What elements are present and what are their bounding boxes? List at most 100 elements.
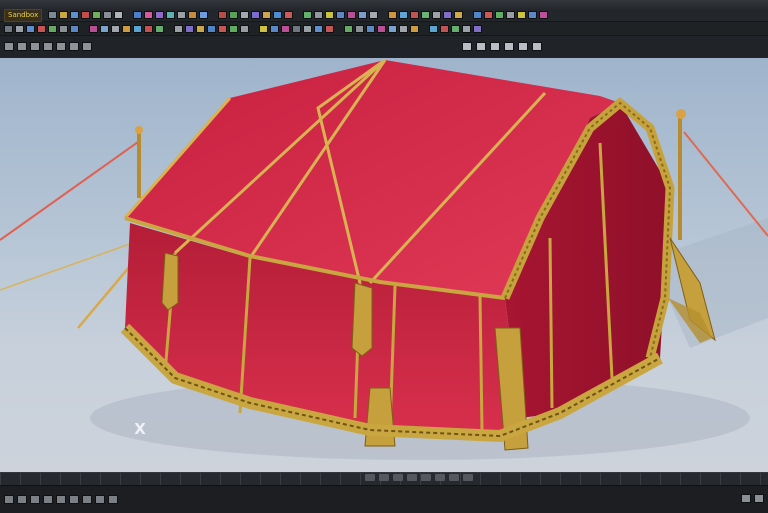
menu-tool-button-30[interactable]	[399, 11, 409, 19]
tool-button-28[interactable]	[325, 24, 334, 33]
3d-viewport[interactable]: X	[0, 58, 768, 472]
mesh-icon[interactable]	[490, 42, 500, 51]
timeline-marker[interactable]	[365, 474, 375, 481]
cube-icon[interactable]	[4, 42, 14, 51]
tool-button-30[interactable]	[355, 24, 364, 33]
menu-tool-button-28[interactable]	[369, 11, 379, 19]
view-icon[interactable]	[741, 494, 751, 503]
menu-tool-button-5[interactable]	[92, 11, 102, 19]
play-icon[interactable]	[30, 494, 40, 504]
menu-tool-button-32[interactable]	[421, 11, 431, 19]
timeline-marker[interactable]	[393, 474, 403, 481]
tool-button-1[interactable]	[4, 24, 13, 33]
menu-tool-button-34[interactable]	[443, 11, 453, 19]
camera-icon[interactable]	[17, 42, 27, 51]
menu-tool-button-21[interactable]	[284, 11, 294, 19]
menu-tool-button-29[interactable]	[388, 11, 398, 19]
menu-tool-button-11[interactable]	[166, 11, 176, 19]
menu-tool-button-7[interactable]	[114, 11, 124, 19]
menu-tool-button-1[interactable]	[48, 11, 58, 19]
tool-button-7[interactable]	[70, 24, 79, 33]
timeline-ruler[interactable]	[0, 473, 768, 486]
menu-tool-button-17[interactable]	[240, 11, 250, 19]
tool-button-37[interactable]	[440, 24, 449, 33]
tool-button-6[interactable]	[59, 24, 68, 33]
timeline-marker[interactable]	[463, 474, 473, 481]
tool-button-4[interactable]	[37, 24, 46, 33]
tool-button-17[interactable]	[196, 24, 205, 33]
menu-tool-button-14[interactable]	[199, 11, 209, 19]
tool-button-32[interactable]	[377, 24, 386, 33]
menu-tool-button-16[interactable]	[229, 11, 239, 19]
menu-tool-button-36[interactable]	[473, 11, 483, 19]
tool-button-27[interactable]	[314, 24, 323, 33]
tool-button-29[interactable]	[344, 24, 353, 33]
menu-tool-button-15[interactable]	[218, 11, 228, 19]
record-icon[interactable]	[82, 494, 92, 504]
link-icon[interactable]	[56, 42, 66, 51]
tool-button-23[interactable]	[270, 24, 279, 33]
tool-button-18[interactable]	[207, 24, 216, 33]
menu-tool-button-18[interactable]	[251, 11, 261, 19]
menu-tool-button-38[interactable]	[495, 11, 505, 19]
menu-tool-button-6[interactable]	[103, 11, 113, 19]
tool-button-8[interactable]	[89, 24, 98, 33]
key-icon[interactable]	[30, 42, 40, 51]
menu-tool-button-33[interactable]	[432, 11, 442, 19]
settings-icon[interactable]	[532, 42, 542, 51]
menu-tool-button-35[interactable]	[454, 11, 464, 19]
tool-button-11[interactable]	[122, 24, 131, 33]
timeline-marker[interactable]	[421, 474, 431, 481]
timeline-marker[interactable]	[379, 474, 389, 481]
menu-tool-button-13[interactable]	[188, 11, 198, 19]
tool-button-9[interactable]	[100, 24, 109, 33]
tool-button-39[interactable]	[462, 24, 471, 33]
timeline-marker[interactable]	[449, 474, 459, 481]
tool-button-25[interactable]	[292, 24, 301, 33]
menu-tool-button-22[interactable]	[303, 11, 313, 19]
render-icon[interactable]	[518, 42, 528, 51]
tool-button-40[interactable]	[473, 24, 482, 33]
next-frame-icon[interactable]	[43, 494, 53, 504]
timeline-marker[interactable]	[407, 474, 417, 481]
tool-button-3[interactable]	[26, 24, 35, 33]
loop-icon[interactable]	[56, 494, 66, 504]
tool-button-14[interactable]	[155, 24, 164, 33]
timeline-marker[interactable]	[435, 474, 445, 481]
menu-tool-button-8[interactable]	[133, 11, 143, 19]
menu-tool-button-27[interactable]	[358, 11, 368, 19]
tool-button-19[interactable]	[218, 24, 227, 33]
settings-icon[interactable]	[95, 494, 105, 504]
tool-button-21[interactable]	[240, 24, 249, 33]
menu-tool-button-41[interactable]	[528, 11, 538, 19]
expand-icon[interactable]	[754, 494, 764, 503]
menu-tool-button-12[interactable]	[177, 11, 187, 19]
menu-tool-button-25[interactable]	[336, 11, 346, 19]
tool-button-10[interactable]	[111, 24, 120, 33]
tool-button-22[interactable]	[259, 24, 268, 33]
grid-icon[interactable]	[476, 42, 486, 51]
tool-button-35[interactable]	[410, 24, 419, 33]
menu-tool-button-40[interactable]	[517, 11, 527, 19]
tool-button-15[interactable]	[174, 24, 183, 33]
menu-tool-button-20[interactable]	[273, 11, 283, 19]
menu-tool-button-2[interactable]	[59, 11, 69, 19]
menu-tool-button-10[interactable]	[155, 11, 165, 19]
workspace-menu[interactable]: Sandbox	[4, 8, 43, 22]
tool-button-12[interactable]	[133, 24, 142, 33]
menu-tool-button-26[interactable]	[347, 11, 357, 19]
tool-button-26[interactable]	[303, 24, 312, 33]
menu-tool-button-39[interactable]	[506, 11, 516, 19]
tool-button-33[interactable]	[388, 24, 397, 33]
menu-tool-button-9[interactable]	[144, 11, 154, 19]
home-icon[interactable]	[4, 494, 14, 504]
chevron-right-icon[interactable]	[108, 494, 118, 504]
tool-button-5[interactable]	[48, 24, 57, 33]
menu-tool-button-42[interactable]	[539, 11, 549, 19]
key-icon[interactable]	[69, 494, 79, 504]
tool-button-38[interactable]	[451, 24, 460, 33]
menu-tool-button-19[interactable]	[262, 11, 272, 19]
frame-icon[interactable]	[504, 42, 514, 51]
prev-frame-icon[interactable]	[17, 494, 27, 504]
tool-button-2[interactable]	[15, 24, 24, 33]
